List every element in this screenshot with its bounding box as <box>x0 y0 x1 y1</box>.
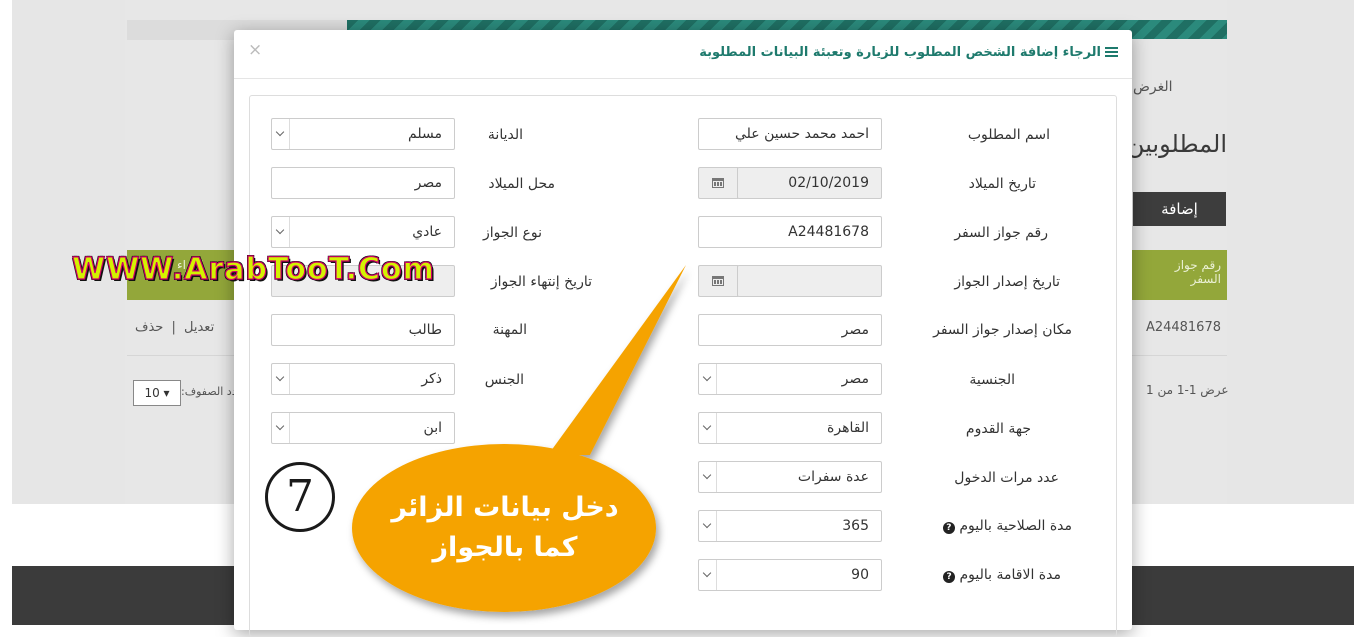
callout-bubble <box>352 265 686 612</box>
step-number-badge: 7 <box>265 462 335 532</box>
callout-text: دخل بيانات الزائر كما بالجواز <box>391 492 619 563</box>
callout-shape <box>548 265 686 455</box>
